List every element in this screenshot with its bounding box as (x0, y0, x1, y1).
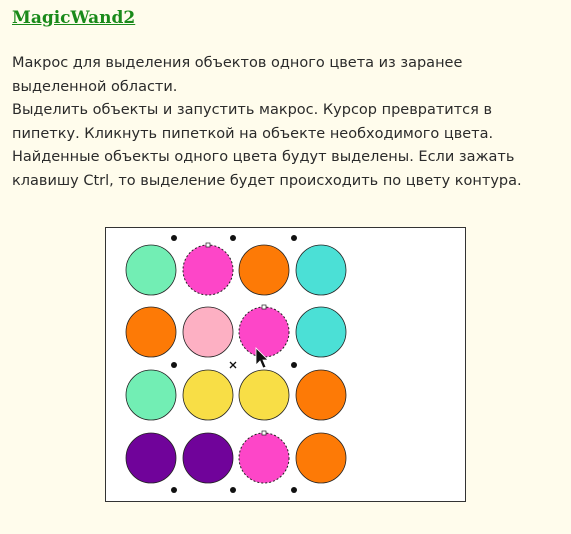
circle[interactable] (182, 432, 234, 484)
circle[interactable] (125, 432, 177, 484)
macro-description: Макрос для выделения объектов одного цве… (12, 52, 560, 193)
circle[interactable] (295, 432, 347, 484)
circle[interactable] (295, 306, 347, 358)
selection-handle[interactable] (291, 362, 297, 368)
macro-title-link[interactable]: MagicWand2 (12, 8, 135, 28)
selection-handle[interactable] (291, 235, 297, 241)
selection-handle[interactable] (171, 487, 177, 493)
selected-circle[interactable] (238, 306, 290, 358)
selection-handle[interactable] (171, 362, 177, 368)
selection-handle[interactable] (171, 235, 177, 241)
circle[interactable] (238, 244, 290, 296)
circle[interactable] (125, 369, 177, 421)
node-handle (261, 430, 267, 436)
circle[interactable] (295, 244, 347, 296)
circle[interactable] (182, 306, 234, 358)
selection-handle[interactable] (291, 487, 297, 493)
selected-circle[interactable] (182, 244, 234, 296)
circle[interactable] (295, 369, 347, 421)
description-line-2: Выделить объекты и запустить макрос. Кур… (12, 102, 522, 189)
circle[interactable] (182, 369, 234, 421)
demo-canvas (125, 235, 347, 493)
node-handle (205, 242, 211, 248)
description-line-1: Макрос для выделения объектов одного цве… (12, 55, 463, 95)
selected-circle[interactable] (238, 432, 290, 484)
selection-center-x-icon (229, 361, 237, 369)
circle[interactable] (125, 306, 177, 358)
selection-handle[interactable] (230, 235, 236, 241)
demo-illustration (105, 227, 466, 502)
circle[interactable] (238, 369, 290, 421)
circle[interactable] (125, 244, 177, 296)
selection-handle[interactable] (230, 487, 236, 493)
node-handle (261, 304, 267, 310)
